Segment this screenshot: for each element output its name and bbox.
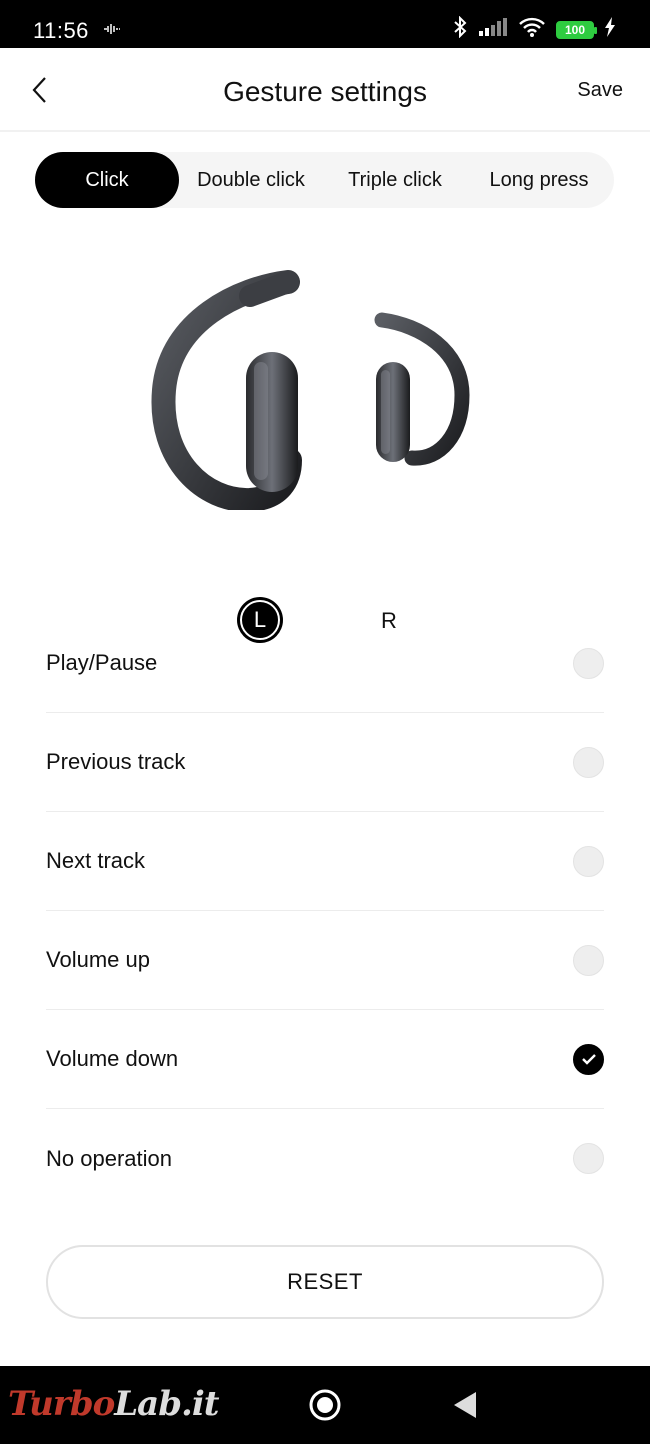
radio-button[interactable]	[573, 944, 604, 976]
checkmark-icon	[581, 1054, 596, 1065]
battery-icon: 100	[556, 20, 597, 39]
radio-button[interactable]	[573, 647, 604, 679]
option-label: Volume down	[46, 1046, 179, 1071]
option-label: Volume up	[46, 947, 150, 972]
option-label: Play/Pause	[46, 650, 158, 675]
gesture-tabs: Click Double click Triple click Long pre…	[35, 152, 614, 208]
option-volume-down[interactable]: Volume down	[46, 1010, 604, 1109]
signal-icon	[478, 17, 508, 42]
option-next-track[interactable]: Next track	[46, 812, 604, 911]
reset-button[interactable]: RESET	[46, 1245, 604, 1319]
battery-level: 100	[564, 22, 586, 37]
option-no-operation[interactable]: No operation	[46, 1109, 604, 1208]
status-icons: 100	[452, 15, 616, 43]
home-icon[interactable]	[308, 1388, 342, 1422]
tab-click[interactable]: Click	[35, 152, 179, 208]
back-triangle-icon[interactable]	[452, 1390, 478, 1420]
option-label: Previous track	[46, 749, 186, 774]
earbuds-image	[151, 270, 470, 510]
radio-button[interactable]	[573, 845, 604, 877]
header: Gesture settings Save	[0, 48, 650, 132]
option-label: Next track	[46, 848, 146, 873]
radio-button-checked[interactable]	[573, 1043, 604, 1075]
status-bar: 11:56 100	[0, 0, 650, 48]
charging-icon	[604, 17, 616, 42]
watermark-part1: Turbo	[8, 1384, 115, 1424]
save-button[interactable]: Save	[577, 79, 623, 102]
option-volume-up[interactable]: Volume up	[46, 911, 604, 1010]
tab-triple-click[interactable]: Triple click	[323, 152, 467, 208]
bluetooth-icon	[452, 15, 468, 43]
notification-icon	[103, 22, 121, 38]
wifi-icon	[518, 16, 546, 43]
watermark-part2: Lab.it	[114, 1384, 219, 1424]
page-title: Gesture settings	[223, 76, 427, 107]
navigation-bar: TurboLab.it	[0, 1366, 650, 1444]
tab-double-click[interactable]: Double click	[179, 152, 323, 208]
radio-button[interactable]	[573, 746, 604, 778]
option-label: No operation	[46, 1145, 172, 1171]
option-play-pause[interactable]: Play/Pause	[46, 614, 604, 713]
gesture-options-list: Play/Pause Previous track Next track Vol…	[46, 614, 604, 1208]
status-time: 11:56	[33, 18, 89, 43]
radio-button[interactable]	[573, 1143, 604, 1174]
tab-long-press[interactable]: Long press	[467, 152, 611, 208]
option-previous-track[interactable]: Previous track	[46, 713, 604, 812]
watermark-logo: TurboLab.it	[8, 1384, 219, 1424]
